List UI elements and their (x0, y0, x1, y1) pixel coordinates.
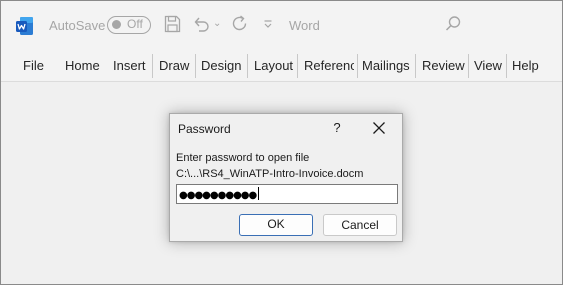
tab-insert[interactable]: Insert (113, 58, 146, 73)
toggle-knob (112, 20, 121, 29)
tab-design[interactable]: Design (201, 58, 241, 73)
autosave-toggle[interactable]: Off (107, 16, 151, 34)
password-input[interactable]: ●●●●●●●●●● (176, 184, 398, 204)
tab-divider (195, 54, 196, 78)
title-bar: AutoSave Off ⌄ Word (1, 1, 562, 51)
tab-mailings[interactable]: Mailings (362, 58, 410, 73)
tab-help[interactable]: Help (512, 58, 539, 73)
search-icon[interactable] (444, 15, 462, 33)
tab-home[interactable]: Home (65, 58, 100, 73)
word-window: AutoSave Off ⌄ Word File Home Insert Dra… (0, 0, 563, 285)
autosave-label: AutoSave (49, 18, 106, 33)
help-button[interactable]: ? (328, 120, 346, 136)
close-icon[interactable] (370, 120, 388, 136)
tab-references[interactable]: Referenc (304, 58, 354, 73)
tab-divider (247, 54, 248, 78)
word-icon[interactable] (16, 16, 34, 36)
file-path: C:\...\RS4_WinATP-Intro-Invoice.docm (176, 168, 364, 180)
save-icon[interactable] (164, 15, 181, 33)
password-value: ●●●●●●●●●● (179, 190, 257, 201)
text-caret (258, 187, 260, 201)
cancel-button[interactable]: Cancel (323, 214, 397, 236)
autosave-state: Off (127, 17, 143, 31)
dialog-title: Password (178, 122, 231, 136)
tab-divider (152, 54, 153, 78)
tab-divider (297, 54, 298, 78)
tab-draw[interactable]: Draw (159, 58, 189, 73)
tab-layout[interactable]: Layout (254, 58, 293, 73)
password-dialog: Password ? Enter password to open file C… (169, 113, 403, 242)
tab-divider (415, 54, 416, 78)
tab-divider (506, 54, 507, 78)
redo-icon[interactable] (231, 15, 249, 33)
tab-file[interactable]: File (23, 58, 44, 73)
tab-divider (357, 54, 358, 78)
ok-button[interactable]: OK (239, 214, 313, 236)
app-title: Word (289, 18, 320, 33)
password-prompt: Enter password to open file (176, 152, 310, 164)
tab-view[interactable]: View (474, 58, 502, 73)
undo-icon[interactable] (193, 15, 210, 33)
customize-toolbar-icon[interactable] (263, 19, 273, 29)
undo-dropdown-icon[interactable]: ⌄ (213, 18, 221, 29)
tab-review[interactable]: Review (422, 58, 465, 73)
tab-divider (468, 54, 469, 78)
